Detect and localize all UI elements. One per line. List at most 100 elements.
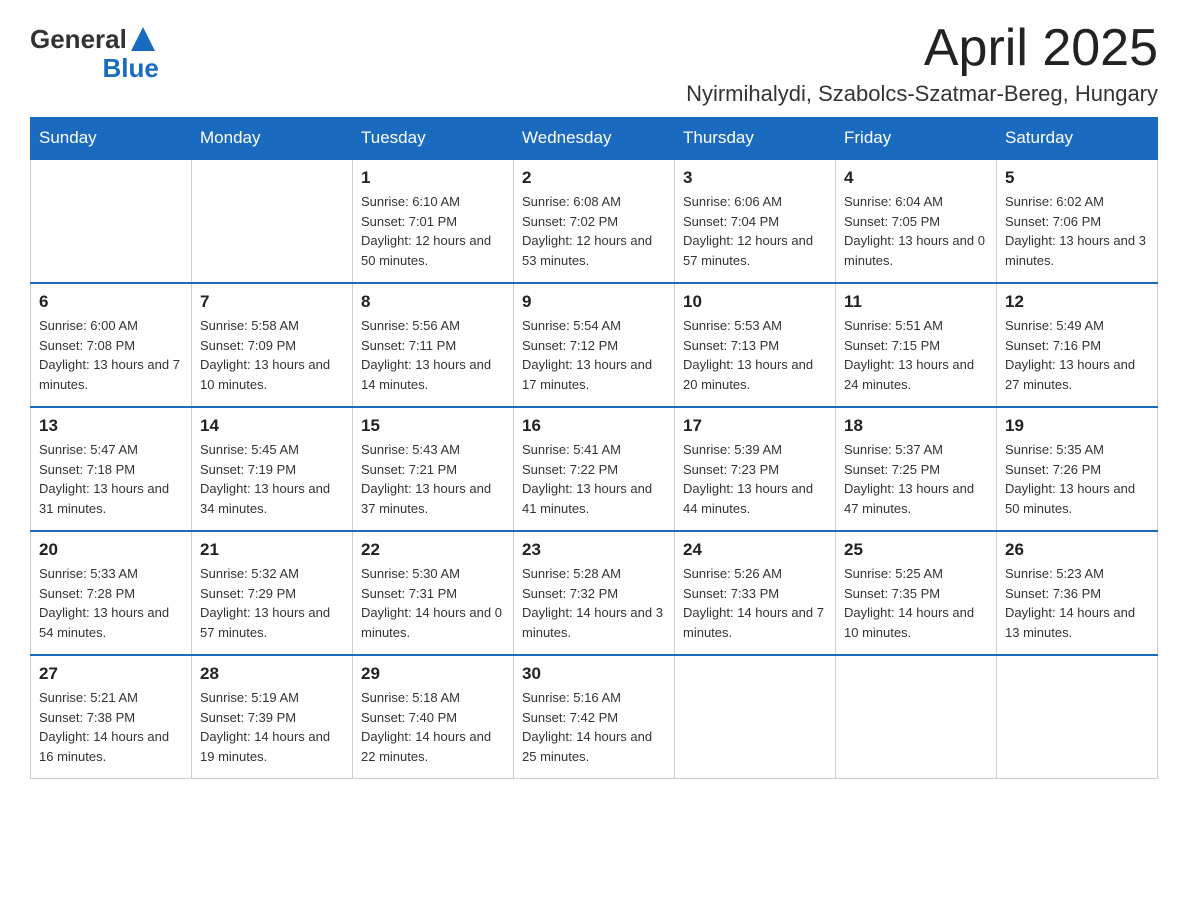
day-info: Sunrise: 5:39 AMSunset: 7:23 PMDaylight:…: [683, 440, 827, 518]
day-info: Sunrise: 5:32 AMSunset: 7:29 PMDaylight:…: [200, 564, 344, 642]
logo-general-text: General: [30, 25, 127, 54]
week-row-2: 6 Sunrise: 6:00 AMSunset: 7:08 PMDaylight…: [31, 283, 1158, 407]
empty-cell: [675, 655, 836, 779]
day-number: 18: [844, 416, 988, 436]
day-cell-28: 28 Sunrise: 5:19 AMSunset: 7:39 PMDayligh…: [192, 655, 353, 779]
empty-cell: [836, 655, 997, 779]
day-cell-8: 8 Sunrise: 5:56 AMSunset: 7:11 PMDaylight…: [353, 283, 514, 407]
day-cell-24: 24Sunrise: 5:26 AMSunset: 7:33 PMDayligh…: [675, 531, 836, 655]
day-cell-15: 15 Sunrise: 5:43 AMSunset: 7:21 PMDayligh…: [353, 407, 514, 531]
day-info: Sunrise: 6:02 AMSunset: 7:06 PMDaylight:…: [1005, 192, 1149, 270]
day-number: 29: [361, 664, 505, 684]
day-number: 26: [1005, 540, 1149, 560]
day-cell-10: 10Sunrise: 5:53 AMSunset: 7:13 PMDayligh…: [675, 283, 836, 407]
day-cell-11: 11 Sunrise: 5:51 AMSunset: 7:15 PMDayligh…: [836, 283, 997, 407]
day-number: 19: [1005, 416, 1149, 436]
day-number: 20: [39, 540, 183, 560]
day-cell-17: 17Sunrise: 5:39 AMSunset: 7:23 PMDayligh…: [675, 407, 836, 531]
empty-cell: [31, 159, 192, 283]
calendar-table: SundayMondayTuesdayWednesdayThursdayFrid…: [30, 117, 1158, 779]
page-header: General Blue April 2025 Nyirmihalydi, Sz…: [30, 20, 1158, 107]
empty-cell: [192, 159, 353, 283]
day-number: 1: [361, 168, 505, 188]
day-number: 22: [361, 540, 505, 560]
empty-cell: [997, 655, 1158, 779]
day-number: 11: [844, 292, 988, 312]
day-number: 15: [361, 416, 505, 436]
week-row-4: 20 Sunrise: 5:33 AMSunset: 7:28 PMDayligh…: [31, 531, 1158, 655]
day-number: 25: [844, 540, 988, 560]
day-info: Sunrise: 6:08 AMSunset: 7:02 PMDaylight:…: [522, 192, 666, 270]
day-info: Sunrise: 5:16 AMSunset: 7:42 PMDaylight:…: [522, 688, 666, 766]
day-number: 4: [844, 168, 988, 188]
day-number: 6: [39, 292, 183, 312]
day-cell-12: 12Sunrise: 5:49 AMSunset: 7:16 PMDayligh…: [997, 283, 1158, 407]
day-cell-18: 18 Sunrise: 5:37 AMSunset: 7:25 PMDayligh…: [836, 407, 997, 531]
day-cell-6: 6 Sunrise: 6:00 AMSunset: 7:08 PMDaylight…: [31, 283, 192, 407]
day-cell-25: 25 Sunrise: 5:25 AMSunset: 7:35 PMDayligh…: [836, 531, 997, 655]
month-title: April 2025: [686, 20, 1158, 77]
day-info: Sunrise: 5:25 AMSunset: 7:35 PMDaylight:…: [844, 564, 988, 642]
day-number: 28: [200, 664, 344, 684]
day-number: 2: [522, 168, 666, 188]
day-cell-30: 30 Sunrise: 5:16 AMSunset: 7:42 PMDayligh…: [514, 655, 675, 779]
day-number: 9: [522, 292, 666, 312]
day-number: 8: [361, 292, 505, 312]
day-number: 5: [1005, 168, 1149, 188]
day-cell-7: 7 Sunrise: 5:58 AMSunset: 7:09 PMDaylight…: [192, 283, 353, 407]
day-of-week-sunday: Sunday: [31, 118, 192, 160]
day-cell-22: 22 Sunrise: 5:30 AMSunset: 7:31 PMDayligh…: [353, 531, 514, 655]
day-info: Sunrise: 5:35 AMSunset: 7:26 PMDaylight:…: [1005, 440, 1149, 518]
day-info: Sunrise: 5:53 AMSunset: 7:13 PMDaylight:…: [683, 316, 827, 394]
day-number: 21: [200, 540, 344, 560]
day-info: Sunrise: 5:56 AMSunset: 7:11 PMDaylight:…: [361, 316, 505, 394]
day-number: 23: [522, 540, 666, 560]
day-cell-23: 23 Sunrise: 5:28 AMSunset: 7:32 PMDayligh…: [514, 531, 675, 655]
day-info: Sunrise: 5:43 AMSunset: 7:21 PMDaylight:…: [361, 440, 505, 518]
day-cell-19: 19 Sunrise: 5:35 AMSunset: 7:26 PMDayligh…: [997, 407, 1158, 531]
day-info: Sunrise: 5:28 AMSunset: 7:32 PMDaylight:…: [522, 564, 666, 642]
day-cell-2: 2 Sunrise: 6:08 AMSunset: 7:02 PMDaylight…: [514, 159, 675, 283]
day-info: Sunrise: 5:51 AMSunset: 7:15 PMDaylight:…: [844, 316, 988, 394]
day-info: Sunrise: 5:58 AMSunset: 7:09 PMDaylight:…: [200, 316, 344, 394]
logo-blue-text: Blue: [102, 54, 158, 83]
day-of-week-friday: Friday: [836, 118, 997, 160]
day-cell-13: 13Sunrise: 5:47 AMSunset: 7:18 PMDayligh…: [31, 407, 192, 531]
day-info: Sunrise: 6:10 AMSunset: 7:01 PMDaylight:…: [361, 192, 505, 270]
day-cell-5: 5 Sunrise: 6:02 AMSunset: 7:06 PMDaylight…: [997, 159, 1158, 283]
day-number: 27: [39, 664, 183, 684]
day-info: Sunrise: 5:41 AMSunset: 7:22 PMDaylight:…: [522, 440, 666, 518]
day-cell-3: 3Sunrise: 6:06 AMSunset: 7:04 PMDaylight…: [675, 159, 836, 283]
week-row-3: 13Sunrise: 5:47 AMSunset: 7:18 PMDayligh…: [31, 407, 1158, 531]
day-of-week-tuesday: Tuesday: [353, 118, 514, 160]
day-info: Sunrise: 5:18 AMSunset: 7:40 PMDaylight:…: [361, 688, 505, 766]
day-number: 30: [522, 664, 666, 684]
day-info: Sunrise: 5:47 AMSunset: 7:18 PMDaylight:…: [39, 440, 183, 518]
day-cell-16: 16Sunrise: 5:41 AMSunset: 7:22 PMDayligh…: [514, 407, 675, 531]
day-of-week-monday: Monday: [192, 118, 353, 160]
day-info: Sunrise: 5:30 AMSunset: 7:31 PMDaylight:…: [361, 564, 505, 642]
day-info: Sunrise: 5:23 AMSunset: 7:36 PMDaylight:…: [1005, 564, 1149, 642]
day-cell-4: 4Sunrise: 6:04 AMSunset: 7:05 PMDaylight…: [836, 159, 997, 283]
day-info: Sunrise: 5:33 AMSunset: 7:28 PMDaylight:…: [39, 564, 183, 642]
day-info: Sunrise: 5:54 AMSunset: 7:12 PMDaylight:…: [522, 316, 666, 394]
day-cell-26: 26 Sunrise: 5:23 AMSunset: 7:36 PMDayligh…: [997, 531, 1158, 655]
day-cell-1: 1 Sunrise: 6:10 AMSunset: 7:01 PMDaylight…: [353, 159, 514, 283]
day-cell-14: 14Sunrise: 5:45 AMSunset: 7:19 PMDayligh…: [192, 407, 353, 531]
day-of-week-saturday: Saturday: [997, 118, 1158, 160]
week-row-1: 1 Sunrise: 6:10 AMSunset: 7:01 PMDaylight…: [31, 159, 1158, 283]
day-info: Sunrise: 5:19 AMSunset: 7:39 PMDaylight:…: [200, 688, 344, 766]
day-number: 12: [1005, 292, 1149, 312]
day-of-week-wednesday: Wednesday: [514, 118, 675, 160]
day-cell-29: 29 Sunrise: 5:18 AMSunset: 7:40 PMDayligh…: [353, 655, 514, 779]
day-number: 3: [683, 168, 827, 188]
day-number: 14: [200, 416, 344, 436]
day-number: 24: [683, 540, 827, 560]
day-number: 7: [200, 292, 344, 312]
calendar-header-row: SundayMondayTuesdayWednesdayThursdayFrid…: [31, 118, 1158, 160]
day-info: Sunrise: 6:00 AMSunset: 7:08 PMDaylight:…: [39, 316, 183, 394]
day-info: Sunrise: 5:37 AMSunset: 7:25 PMDaylight:…: [844, 440, 988, 518]
logo: General Blue: [30, 25, 159, 82]
logo-flag-icon: [129, 25, 157, 53]
day-cell-9: 9 Sunrise: 5:54 AMSunset: 7:12 PMDaylight…: [514, 283, 675, 407]
